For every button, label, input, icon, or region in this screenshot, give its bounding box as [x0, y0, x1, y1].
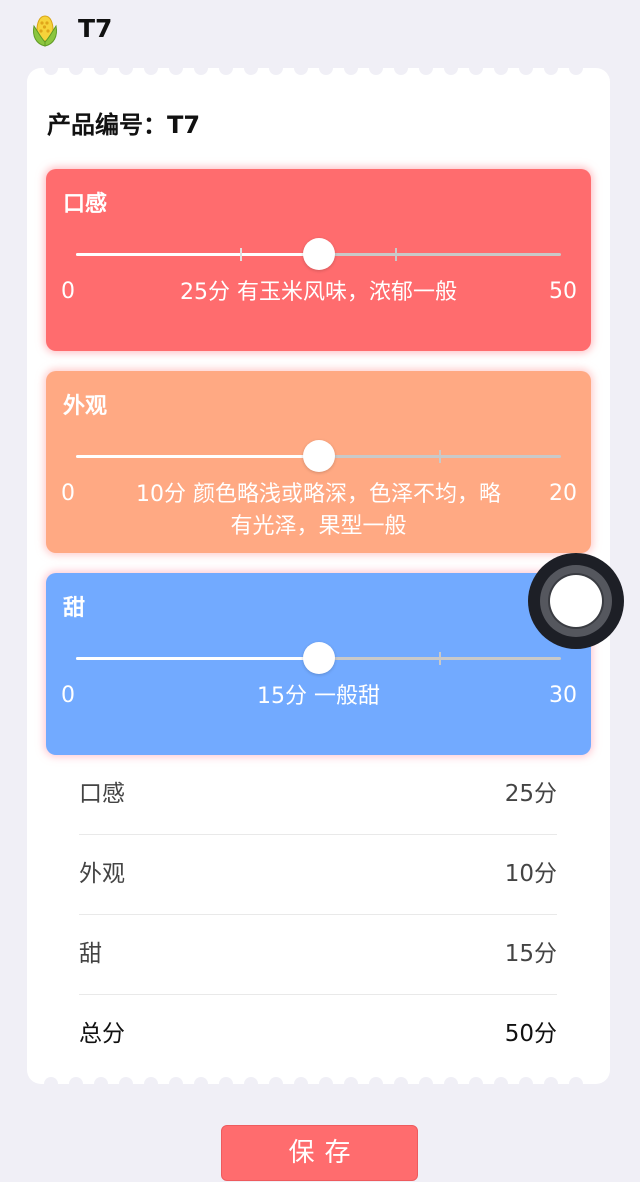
appearance-slider[interactable]	[76, 440, 561, 472]
sweetness-title: 甜	[63, 596, 86, 621]
sweetness-max-label: 30	[549, 683, 577, 708]
save-button[interactable]: 保存	[221, 1125, 418, 1181]
score-summary-list: 口感 25分 外观 10分 甜 15分 总分 50分	[79, 755, 557, 1074]
summary-value: 15分	[504, 941, 557, 967]
summary-value: 10分	[504, 861, 557, 887]
slider-tick-mark	[438, 450, 441, 463]
total-label: 总分	[79, 1021, 125, 1047]
sweetness-slider-fill	[76, 657, 319, 660]
corn-icon	[30, 12, 60, 48]
total-value: 50分	[504, 1021, 557, 1047]
summary-row: 外观 10分	[79, 835, 557, 915]
taste-description: 25分 有玉米风味，浓郁一般	[180, 280, 457, 305]
slider-tick-mark	[239, 248, 242, 261]
assistive-touch-button[interactable]	[528, 553, 624, 649]
summary-row: 口感 25分	[79, 755, 557, 835]
appearance-max-label: 20	[549, 481, 577, 506]
taste-score-card: 口感 0 25分 有玉米风味，浓郁一般 50	[46, 169, 591, 351]
summary-label: 甜	[79, 941, 102, 967]
slider-tick-mark	[395, 248, 398, 261]
slider-tick-mark	[438, 652, 441, 665]
summary-total-row: 总分 50分	[79, 995, 557, 1074]
taste-max-label: 50	[549, 279, 577, 304]
sweetness-min-label: 0	[61, 683, 75, 708]
summary-row: 甜 15分	[79, 915, 557, 995]
taste-slider-thumb[interactable]	[302, 238, 335, 270]
appearance-title: 外观	[63, 394, 108, 419]
appearance-min-label: 0	[61, 481, 75, 506]
app-header: T7	[0, 0, 640, 62]
sweetness-score-card: 甜 0 15分 一般甜 30	[46, 573, 591, 755]
summary-value: 25分	[504, 781, 557, 807]
sweetness-slider-thumb[interactable]	[302, 642, 335, 674]
summary-label: 口感	[79, 781, 125, 807]
product-id-label: 产品编号：T7	[47, 111, 201, 139]
sweetness-description: 15分 一般甜	[257, 684, 380, 709]
sweetness-slider[interactable]	[76, 642, 561, 674]
taste-title: 口感	[63, 192, 108, 217]
taste-slider[interactable]	[76, 238, 561, 270]
taste-slider-fill	[76, 253, 319, 256]
summary-label: 外观	[79, 861, 125, 887]
scallop-edge-bottom	[44, 1077, 583, 1084]
appearance-slider-fill	[76, 455, 319, 458]
appearance-description: 10分 颜色略浅或略深，色泽不均，略有光泽，果型一般	[136, 482, 501, 539]
assistive-touch-core	[550, 575, 602, 627]
app-title: T7	[78, 14, 113, 43]
scallop-edge-top	[44, 68, 583, 75]
appearance-score-card: 外观 0 10分 颜色略浅或略深，色泽不均，略有光泽，果型一般 20	[46, 371, 591, 553]
appearance-slider-thumb[interactable]	[302, 440, 335, 472]
taste-min-label: 0	[61, 279, 75, 304]
